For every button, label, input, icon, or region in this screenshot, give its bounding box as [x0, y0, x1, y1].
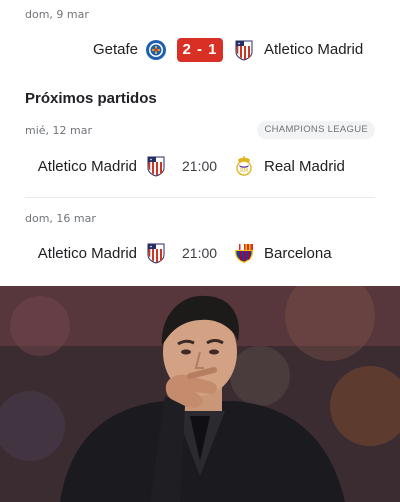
- match-card: dom, 9 mar Getafe 2 - 1 Atletico Madrid …: [0, 0, 400, 286]
- atletico-madrid-crest-icon: [147, 243, 165, 264]
- barcelona-crest-icon: [235, 244, 253, 263]
- match-date: dom, 16 mar: [25, 212, 96, 225]
- away-team-name: Atletico Madrid: [264, 41, 364, 58]
- competition-badge: CHAMPIONS LEAGUE: [257, 121, 375, 139]
- atletico-madrid-crest-icon: [147, 156, 165, 177]
- svg-text:RM: RM: [240, 168, 248, 174]
- getafe-crest-icon: [146, 40, 166, 60]
- score-badge: 2 - 1: [177, 38, 223, 62]
- kickoff-time: 21:00: [182, 245, 218, 261]
- photo-thinking-man: [0, 286, 400, 502]
- away-team-name: Real Madrid: [264, 158, 345, 175]
- divider: [25, 197, 375, 198]
- home-team-name: Atletico Madrid: [37, 158, 137, 175]
- section-title: Próximos partidos: [25, 90, 157, 107]
- kickoff-time: 21:00: [182, 158, 218, 174]
- photo-illustration: [0, 286, 400, 502]
- away-team-name: Barcelona: [264, 245, 332, 262]
- result-date: dom, 9 mar: [25, 8, 89, 21]
- real-madrid-crest-icon: RM: [236, 156, 252, 176]
- home-team-name: Getafe: [92, 41, 138, 58]
- home-team-name: Atletico Madrid: [37, 245, 137, 262]
- match-date: mié, 12 mar: [25, 124, 93, 137]
- atletico-madrid-crest-icon: [235, 40, 253, 61]
